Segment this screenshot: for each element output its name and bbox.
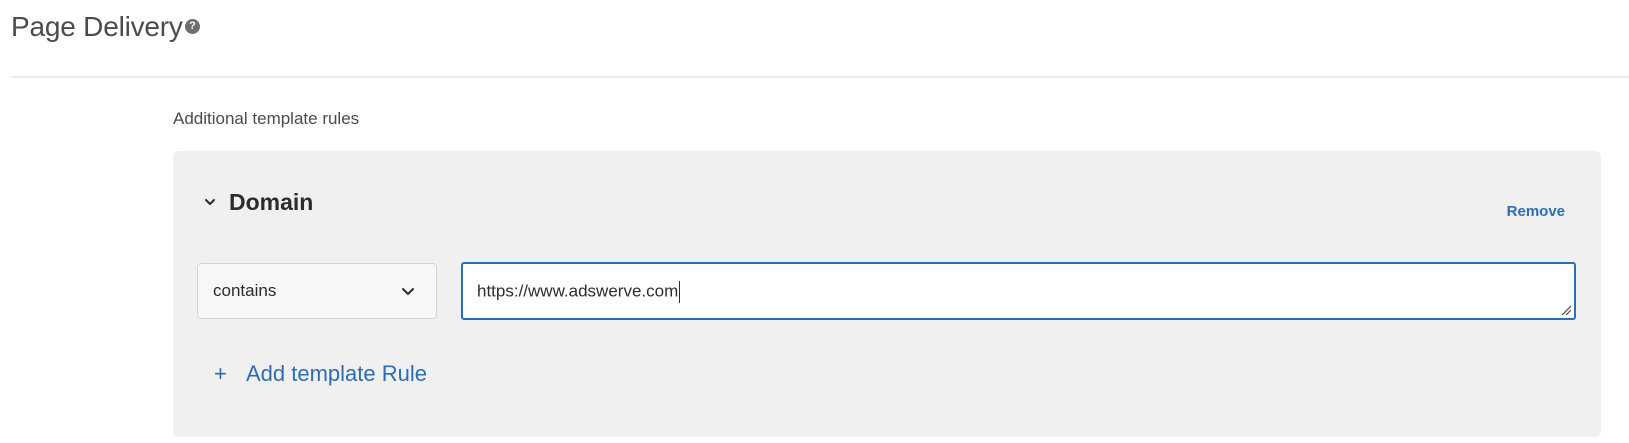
page-title: Page Delivery xyxy=(11,11,183,42)
chevron-down-icon xyxy=(402,288,414,295)
chevron-down-icon[interactable] xyxy=(202,194,218,210)
add-template-rule-label: Add template Rule xyxy=(246,361,427,386)
operator-selected-value: contains xyxy=(213,281,277,300)
resize-handle-icon[interactable] xyxy=(1560,304,1572,316)
remove-button[interactable]: Remove xyxy=(1507,203,1565,220)
section-label: Additional template rules xyxy=(173,109,360,128)
rule-value-input[interactable]: https://www.adswerve.com xyxy=(461,262,1576,320)
add-template-rule-button[interactable]: + Add template Rule xyxy=(214,361,427,391)
page-header: Page Delivery ? xyxy=(11,0,1629,78)
operator-select[interactable]: contains xyxy=(197,263,437,319)
help-icon[interactable]: ? xyxy=(185,19,200,34)
text-cursor xyxy=(679,281,681,303)
rule-value-text: https://www.adswerve.com xyxy=(477,281,681,303)
rule-panel: Domain Remove contains https://www.adswe… xyxy=(173,151,1601,437)
rule-title: Domain xyxy=(229,189,314,215)
plus-icon: + xyxy=(214,361,227,386)
